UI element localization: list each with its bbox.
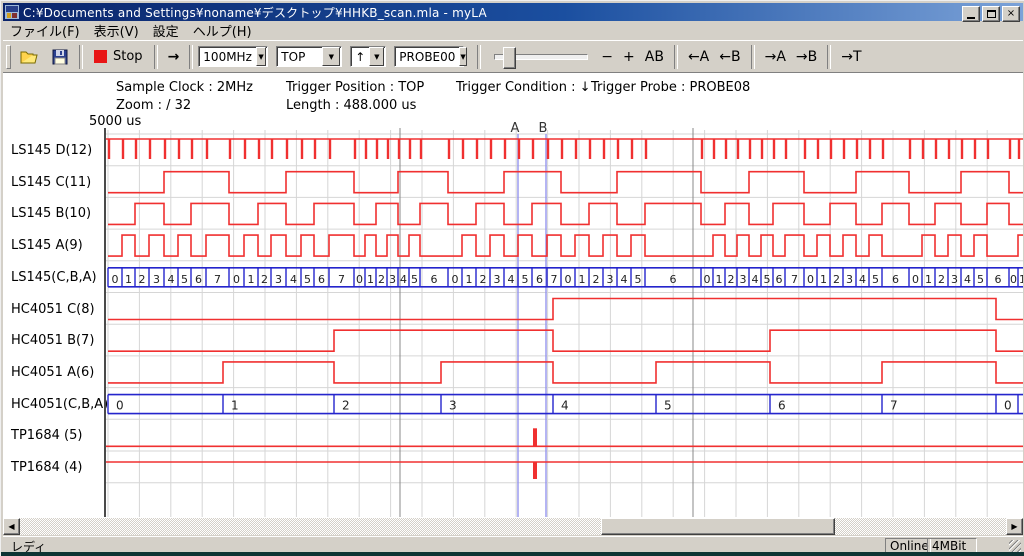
- run-arrow-icon: →: [168, 49, 180, 65]
- toolbar-separator: [154, 45, 158, 69]
- scroll-left-icon: ◀: [8, 522, 14, 531]
- menu-bar: ファイル(F) 表示(V) 設定 ヘルプ(H): [3, 21, 1023, 40]
- window-title: C:¥Documents and Settings¥noname¥デスクトップ¥…: [23, 4, 487, 21]
- sample-clock-value: 100MHz: [199, 50, 256, 64]
- app-icon: [5, 5, 19, 19]
- channel-label: LS145 D(12): [11, 143, 92, 158]
- open-folder-icon: [20, 49, 40, 65]
- zoom-slider[interactable]: [494, 54, 588, 60]
- trigger-probe-combo[interactable]: PROBE00 ▼: [394, 46, 464, 67]
- scroll-right-button[interactable]: ▶: [1006, 518, 1023, 535]
- trigger-probe-value: PROBE00: [395, 50, 459, 64]
- toolbar-separator: [827, 45, 831, 69]
- trigger-edge-combo[interactable]: ↑ ▼: [350, 46, 386, 67]
- resize-grip[interactable]: [1009, 540, 1021, 552]
- toolbar-separator: [189, 45, 193, 69]
- zoom-info: Zoom : / 32: [116, 98, 191, 113]
- trigger-position-combo[interactable]: TOP ▼: [276, 46, 342, 67]
- channel-label: LS145 C(11): [11, 175, 91, 190]
- goto-a-right-button[interactable]: →A: [760, 45, 791, 69]
- app-window: C:¥Documents and Settings¥noname¥デスクトップ¥…: [0, 0, 1024, 556]
- channel-label: LS145(C,B,A): [11, 270, 97, 285]
- timebase-label: 5000 us: [89, 114, 141, 129]
- maximize-icon: [987, 10, 996, 18]
- maximize-button[interactable]: [982, 6, 1000, 22]
- trigger-position-info: Trigger Position : TOP: [286, 80, 424, 95]
- zoom-slider-thumb[interactable]: [503, 47, 516, 69]
- menu-file[interactable]: ファイル(F): [3, 19, 87, 42]
- channel-label: HC4051 B(7): [11, 333, 94, 348]
- goto-trigger-button[interactable]: →T: [836, 45, 866, 69]
- chevron-down-icon[interactable]: ▼: [322, 47, 340, 66]
- close-button[interactable]: ×: [1002, 6, 1020, 22]
- chevron-down-icon[interactable]: ▼: [369, 47, 384, 66]
- channel-label: HC4051(C,B,A): [11, 397, 108, 412]
- zoom-in-button[interactable]: +: [618, 45, 640, 69]
- goto-b-right-button[interactable]: →B: [791, 45, 822, 69]
- channel-label: LS145 A(9): [11, 238, 83, 253]
- stop-button[interactable]: Stop: [88, 45, 149, 69]
- zoom-out-button[interactable]: −: [596, 45, 618, 69]
- scroll-left-button[interactable]: ◀: [3, 518, 20, 535]
- channel-label: TP1684 (4): [11, 460, 82, 475]
- trigger-edge-value: ↑: [351, 50, 369, 64]
- toolbar-separator: [477, 45, 481, 69]
- toolbar-grip[interactable]: [6, 45, 11, 69]
- save-file-button[interactable]: [46, 45, 74, 69]
- screen-bottom-edge: [1, 552, 1024, 556]
- close-icon: ×: [1007, 9, 1015, 19]
- goto-b-left-button[interactable]: ←B: [714, 45, 745, 69]
- channel-label: LS145 B(10): [11, 206, 91, 221]
- stop-label: Stop: [113, 49, 143, 64]
- ab-button[interactable]: AB: [640, 45, 669, 69]
- trigger-probe-info: Trigger Probe : PROBE08: [591, 80, 750, 95]
- save-floppy-icon: [52, 49, 68, 65]
- goto-a-left-button[interactable]: ←A: [683, 45, 714, 69]
- chevron-down-icon[interactable]: ▼: [256, 47, 266, 66]
- chevron-down-icon[interactable]: ▼: [459, 47, 466, 66]
- status-bar: レディ Online 4MBit: [3, 536, 1023, 553]
- minimize-button[interactable]: [962, 6, 980, 22]
- channel-label: HC4051 A(6): [11, 365, 94, 380]
- menu-settings[interactable]: 設定: [146, 19, 186, 42]
- channel-label: TP1684 (5): [11, 428, 82, 443]
- toolbar-separator: [751, 45, 755, 69]
- sample-clock-combo[interactable]: 100MHz ▼: [198, 46, 268, 67]
- menu-view[interactable]: 表示(V): [87, 19, 146, 42]
- open-file-button[interactable]: [14, 45, 46, 69]
- trigger-condition-info: Trigger Condition : ↓: [456, 80, 591, 95]
- stop-icon: [94, 50, 107, 63]
- trigger-position-value: TOP: [277, 50, 322, 64]
- scrollbar-thumb[interactable]: [601, 518, 835, 535]
- channel-label: HC4051 C(8): [11, 302, 95, 317]
- length-info: Length : 488.000 us: [286, 98, 416, 113]
- waveform-panel[interactable]: Sample Clock : 2MHz Trigger Position : T…: [3, 72, 1023, 519]
- toolbar-separator: [79, 45, 83, 69]
- minimize-icon: [967, 17, 975, 19]
- scroll-right-icon: ▶: [1011, 522, 1017, 531]
- toolbar-separator: [674, 45, 678, 69]
- menu-help[interactable]: ヘルプ(H): [186, 19, 259, 42]
- sample-clock-info: Sample Clock : 2MHz: [116, 80, 253, 95]
- toolbar: Stop → 100MHz ▼ TOP ▼ ↑ ▼ PROBE00 ▼ − + …: [3, 40, 1023, 72]
- horizontal-scrollbar[interactable]: ◀ ▶: [3, 518, 1023, 535]
- run-button[interactable]: →: [163, 45, 185, 69]
